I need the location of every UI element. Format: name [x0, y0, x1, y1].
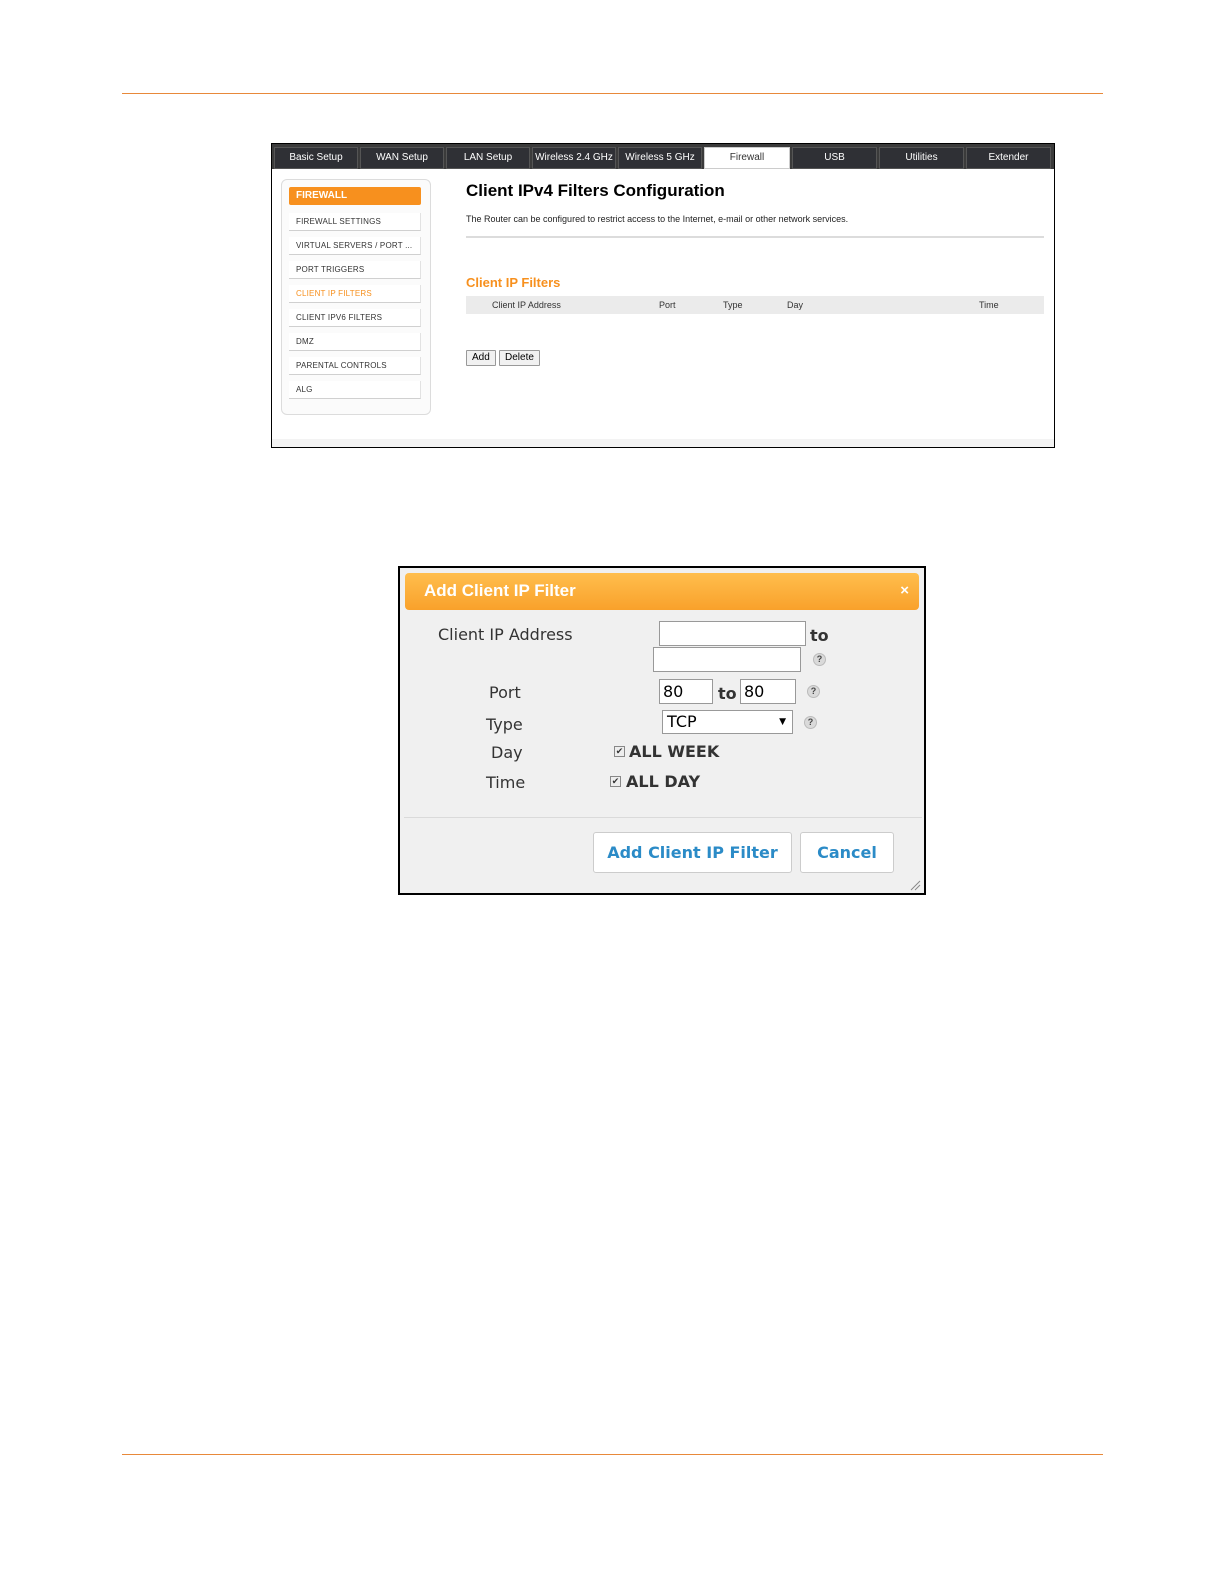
dialog-header: Add Client IP Filter × — [405, 573, 919, 610]
divider — [466, 236, 1044, 238]
chevron-down-icon: ▼ — [779, 717, 786, 727]
page-footer-strip — [272, 439, 1054, 447]
port-label: Port — [489, 683, 521, 702]
port-start-input[interactable]: 80 — [659, 679, 713, 704]
page-description: The Router can be configured to restrict… — [466, 214, 849, 224]
column-client-ip-address: Client IP Address — [492, 300, 561, 310]
router-firewall-page: Basic Setup WAN Setup LAN Setup Wireless… — [271, 143, 1055, 448]
port-to-label: to — [718, 684, 737, 703]
header-rule — [122, 93, 1103, 94]
close-icon[interactable]: × — [900, 583, 909, 599]
tab-wireless-5[interactable]: Wireless 5 GHz — [618, 147, 702, 169]
type-select-value: TCP — [667, 712, 697, 731]
all-week-checkbox[interactable]: ✔ — [614, 746, 625, 757]
tab-lan-setup[interactable]: LAN Setup — [446, 147, 530, 169]
column-port: Port — [659, 300, 676, 310]
help-icon[interactable]: ? — [813, 653, 826, 666]
table-header: Client IP Address Port Type Day Time — [466, 296, 1044, 314]
ip-start-input[interactable] — [659, 621, 806, 646]
footer-rule — [122, 1454, 1103, 1455]
add-client-ip-filter-button[interactable]: Add Client IP Filter — [593, 832, 792, 873]
add-button[interactable]: Add — [466, 350, 496, 366]
tab-utilities[interactable]: Utilities — [879, 147, 964, 169]
tab-extender[interactable]: Extender — [966, 147, 1051, 169]
tab-wireless-24[interactable]: Wireless 2.4 GHz — [532, 147, 616, 169]
resize-handle-icon[interactable] — [909, 879, 921, 891]
tab-firewall[interactable]: Firewall — [704, 147, 790, 169]
section-title: Client IP Filters — [466, 275, 561, 290]
dialog-divider — [404, 817, 922, 818]
add-filter-dialog: Add Client IP Filter × Client IP Address… — [398, 566, 926, 895]
tab-usb[interactable]: USB — [792, 147, 877, 169]
type-select[interactable]: TCP ▼ — [662, 710, 793, 734]
dialog-title: Add Client IP Filter — [424, 581, 576, 600]
sidebar-item-port-triggers[interactable]: PORT TRIGGERS — [289, 261, 421, 279]
page-title: Client IPv4 Filters Configuration — [466, 181, 725, 200]
help-icon[interactable]: ? — [807, 685, 820, 698]
sidebar-item-firewall-settings[interactable]: FIREWALL SETTINGS — [289, 213, 421, 231]
cancel-button[interactable]: Cancel — [800, 832, 894, 873]
column-time: Time — [979, 300, 999, 310]
all-day-label: ALL DAY — [626, 772, 701, 791]
sidebar-item-dmz[interactable]: DMZ — [289, 333, 421, 351]
tab-basic-setup[interactable]: Basic Setup — [274, 147, 358, 169]
sidebar-item-client-ip-filters[interactable]: CLIENT IP FILTERS — [289, 285, 421, 303]
column-type: Type — [723, 300, 743, 310]
delete-button[interactable]: Delete — [499, 350, 540, 366]
client-ip-label: Client IP Address — [438, 625, 573, 644]
day-label: Day — [491, 743, 523, 762]
sidebar-header: FIREWALL — [289, 187, 421, 205]
type-label: Type — [486, 715, 523, 734]
column-day: Day — [787, 300, 804, 310]
port-end-input[interactable]: 80 — [740, 679, 796, 704]
sidebar-item-client-ipv6-filters[interactable]: CLIENT IPV6 FILTERS — [289, 309, 421, 327]
all-week-label: ALL WEEK — [629, 742, 720, 761]
ip-to-label: to — [810, 626, 829, 645]
sidebar: FIREWALL FIREWALL SETTINGS VIRTUAL SERVE… — [281, 179, 431, 415]
time-label: Time — [486, 773, 526, 792]
sidebar-item-virtual-servers[interactable]: VIRTUAL SERVERS / PORT ... — [289, 237, 421, 255]
sidebar-item-parental-controls[interactable]: PARENTAL CONTROLS — [289, 357, 421, 375]
tab-bar: Basic Setup WAN Setup LAN Setup Wireless… — [272, 144, 1054, 169]
sidebar-item-alg[interactable]: ALG — [289, 381, 421, 399]
all-day-checkbox[interactable]: ✔ — [610, 776, 621, 787]
help-icon[interactable]: ? — [804, 716, 817, 729]
ip-end-input[interactable] — [653, 647, 801, 672]
tab-wan-setup[interactable]: WAN Setup — [360, 147, 444, 169]
